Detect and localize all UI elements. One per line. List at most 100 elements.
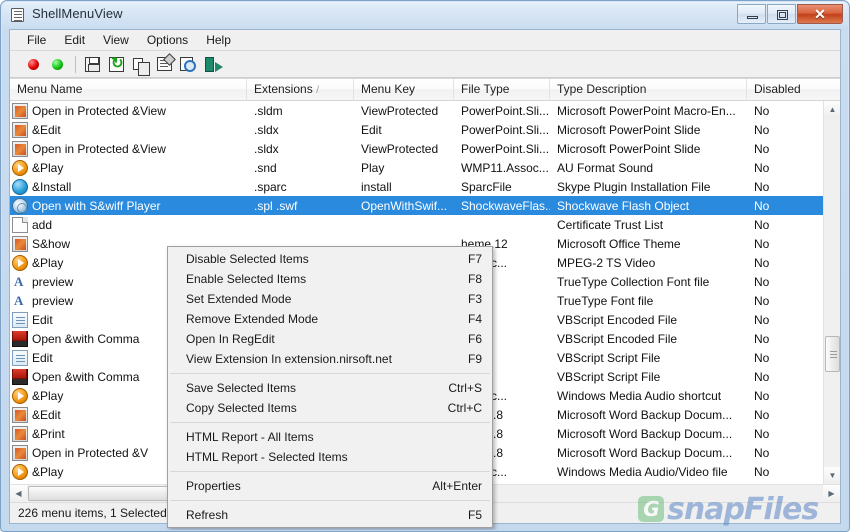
context-menu-item[interactable]: Set Extended Mode F3	[168, 289, 492, 309]
cell-filetype: WMP11.Assoc...	[461, 160, 549, 175]
menu-help[interactable]: Help	[197, 31, 240, 50]
column-header-name[interactable]: Menu Name	[10, 79, 247, 101]
table-row[interactable]: &Edit .sldx Edit PowerPoint.Sli... Microsoft…	[10, 120, 823, 139]
media-play-icon	[12, 254, 28, 271]
column-header-label: Menu Name	[17, 82, 83, 96]
listview-header: Menu Name Extensions / Menu Key File Type Typ…	[10, 79, 840, 101]
cell-typedesc: VBScript Encoded File	[557, 331, 678, 346]
table-row[interactable]: &Install .sparc install SparcFile Skype Plug…	[10, 177, 823, 196]
cell-filetype: PowerPoint.Sli...	[461, 141, 550, 156]
properties-icon	[157, 57, 172, 71]
context-menu[interactable]: Disable Selected Items F7 Enable Selected …	[167, 246, 493, 528]
scroll-right-icon[interactable]: ▶	[823, 485, 840, 502]
cell-menukey: OpenWithSwif...	[361, 198, 448, 213]
context-menu-item-shortcut: F3	[467, 292, 482, 306]
cell-menukey: ViewProtected	[361, 103, 439, 118]
save-button[interactable]	[81, 53, 105, 75]
context-menu-item[interactable]: HTML Report - All Items	[168, 427, 492, 447]
cell-disabled: No	[754, 160, 770, 175]
cell-text: &Play	[32, 160, 64, 175]
refresh-icon	[109, 54, 124, 72]
cell-ext: .snd	[254, 160, 277, 175]
context-menu-item[interactable]: Save Selected Items Ctrl+S	[168, 378, 492, 398]
floppy-disk-icon	[85, 57, 100, 72]
menu-view[interactable]: View	[94, 31, 138, 50]
cell-disabled: No	[754, 274, 770, 289]
context-menu-item[interactable]: HTML Report - Selected Items	[168, 447, 492, 467]
cell-typedesc: MPEG-2 TS Video	[557, 255, 656, 270]
context-menu-item[interactable]: Properties Alt+Enter	[168, 476, 492, 496]
minimize-icon	[747, 16, 758, 19]
column-header-menukey[interactable]: Menu Key	[354, 79, 454, 101]
context-menu-item-shortcut: Alt+Enter	[432, 479, 482, 493]
media-play-icon	[12, 159, 28, 176]
context-menu-separator	[170, 471, 490, 472]
column-header-filetype[interactable]: File Type	[454, 79, 550, 101]
cell-text: &Edit	[32, 122, 61, 137]
refresh-button[interactable]	[105, 53, 129, 75]
document-icon	[12, 216, 28, 233]
cell-name: &Edit	[10, 121, 247, 138]
app-icon	[11, 8, 24, 22]
enable-items-button[interactable]	[46, 53, 70, 75]
context-menu-item[interactable]: View Extension In extension.nirsoft.net F…	[168, 349, 492, 369]
context-menu-item[interactable]: Enable Selected Items F8	[168, 269, 492, 289]
column-header-ext[interactable]: Extensions /	[247, 79, 354, 101]
cell-typedesc: Certificate Trust List	[557, 217, 664, 232]
context-menu-item[interactable]: Remove Extended Mode F4	[168, 309, 492, 329]
cell-text: Open with S&wiff Player	[32, 198, 161, 213]
close-button[interactable]: ✕	[797, 4, 843, 24]
scroll-left-icon[interactable]: ◀	[10, 485, 27, 502]
vertical-scroll-thumb[interactable]	[825, 336, 840, 372]
context-menu-item-label: View Extension In extension.nirsoft.net	[186, 352, 392, 366]
context-menu-item[interactable]: Refresh F5	[168, 505, 492, 525]
maximize-button[interactable]	[767, 4, 796, 24]
table-row[interactable]: add Certificate Trust List No	[10, 215, 823, 234]
context-menu-item[interactable]: Disable Selected Items F7	[168, 249, 492, 269]
column-header-label: Disabled	[754, 82, 801, 96]
minimize-button[interactable]	[737, 4, 766, 24]
menu-options[interactable]: Options	[138, 31, 197, 50]
exit-button[interactable]	[201, 53, 225, 75]
context-menu-separator	[170, 373, 490, 374]
cell-name: add	[10, 216, 247, 233]
table-row[interactable]: Open in Protected &View .sldx ViewProtecte…	[10, 139, 823, 158]
powerpoint-icon	[12, 444, 28, 461]
context-menu-separator	[170, 500, 490, 501]
table-row[interactable]: Open in Protected &View .sldm ViewProtecte…	[10, 101, 823, 120]
cell-typedesc: Windows Media Audio shortcut	[557, 388, 722, 403]
powerpoint-icon	[12, 140, 28, 157]
cell-typedesc: Microsoft PowerPoint Slide	[557, 122, 701, 137]
cell-ext: .sparc	[254, 179, 287, 194]
skype-icon	[12, 178, 28, 195]
find-button[interactable]	[177, 53, 201, 75]
notepad-icon	[12, 311, 28, 328]
title-bar[interactable]: ShellMenuView ✕	[2, 2, 848, 29]
scroll-up-icon[interactable]: ▲	[824, 101, 840, 118]
disable-items-button[interactable]	[22, 53, 46, 75]
table-row[interactable]: &Play .snd Play WMP11.Assoc... AU Format Sou…	[10, 158, 823, 177]
powerpoint-icon	[12, 406, 28, 423]
context-menu-item[interactable]: Copy Selected Items Ctrl+C	[168, 398, 492, 418]
column-header-disabled[interactable]: Disabled	[747, 79, 840, 101]
scroll-down-icon[interactable]: ▼	[824, 467, 840, 484]
column-header-label: Type Description	[557, 82, 647, 96]
cell-disabled: No	[754, 350, 770, 365]
menu-file[interactable]: File	[18, 31, 55, 50]
cell-typedesc: Microsoft Word Backup Docum...	[557, 426, 733, 441]
vertical-scrollbar[interactable]: ▲ ▼	[823, 101, 840, 484]
powerpoint-icon	[12, 425, 28, 442]
menu-edit[interactable]: Edit	[55, 31, 94, 50]
context-menu-item-shortcut: Ctrl+S	[448, 381, 482, 395]
column-header-typedesc[interactable]: Type Description	[550, 79, 747, 101]
properties-button[interactable]	[153, 53, 177, 75]
cell-disabled: No	[754, 445, 770, 460]
notepad-icon	[12, 349, 28, 366]
exit-door-icon	[205, 57, 223, 72]
close-icon: ✕	[814, 5, 826, 22]
table-row[interactable]: Open with S&wiff Player .spl .swf OpenWith…	[10, 196, 823, 215]
copy-button[interactable]	[129, 53, 153, 76]
context-menu-item[interactable]: Open In RegEdit F6	[168, 329, 492, 349]
cell-typedesc: TrueType Font file	[557, 293, 654, 308]
cell-disabled: No	[754, 198, 770, 213]
